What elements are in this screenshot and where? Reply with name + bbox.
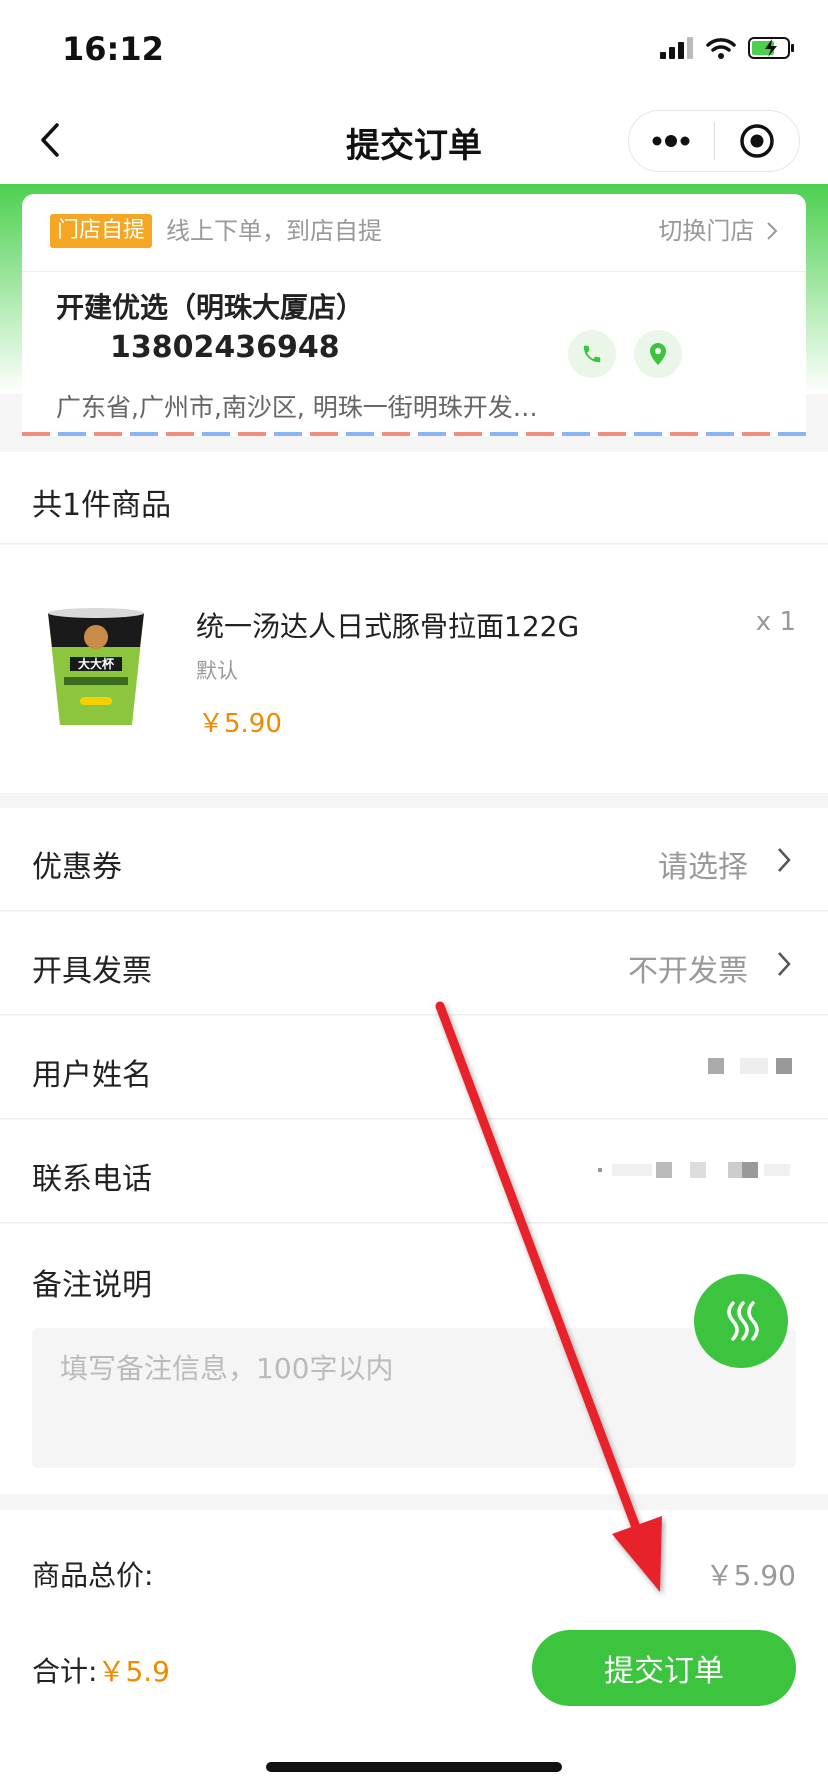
store-location-button[interactable] bbox=[634, 330, 682, 378]
goods-count-label: 共1件商品 bbox=[32, 488, 172, 523]
nav-bar: 提交订单 bbox=[0, 96, 828, 184]
switch-store-link[interactable]: 切换门店 bbox=[658, 214, 778, 248]
location-pin-icon bbox=[650, 343, 666, 365]
more-button[interactable] bbox=[629, 110, 714, 172]
home-indicator bbox=[266, 1762, 562, 1772]
goods-price: ￥5.90 bbox=[198, 709, 282, 739]
invoice-value: 不开发票 bbox=[628, 954, 748, 989]
card-stripe-edge bbox=[22, 432, 806, 436]
goods-name: 统一汤达人日式豚骨拉面122G bbox=[196, 610, 580, 643]
record-circle-icon bbox=[740, 124, 774, 158]
coupon-label: 优惠券 bbox=[32, 850, 122, 885]
store-name: 开建优选（明珠大厦店） bbox=[56, 291, 365, 324]
invoice-row[interactable]: 开具发票 不开发票 bbox=[0, 912, 828, 1015]
pickup-description: 线上下单，到店自提 bbox=[166, 217, 382, 245]
product-image-text: 大大杯 bbox=[78, 656, 115, 671]
wave-icon bbox=[727, 1301, 759, 1341]
status-time: 16:12 bbox=[62, 30, 164, 68]
product-image: 大大杯 bbox=[48, 608, 144, 725]
contact-phone-label: 联系电话 bbox=[32, 1162, 152, 1197]
store-card: 门店自提 线上下单，到店自提 切换门店 开建优选（明珠大厦店） 13802436… bbox=[22, 194, 806, 436]
status-icons bbox=[660, 36, 796, 60]
remark-input[interactable] bbox=[60, 1352, 760, 1385]
phone-icon bbox=[583, 345, 601, 363]
goods-item[interactable]: 大大杯 统一汤达人日式豚骨拉面122G 默认 ￥5.90 x 1 bbox=[0, 545, 828, 793]
chevron-right-icon bbox=[778, 952, 791, 976]
remark-box bbox=[32, 1328, 796, 1468]
mini-program-capsule bbox=[628, 110, 800, 172]
more-dots-icon bbox=[652, 135, 690, 147]
order-footer: 商品总价: ￥5.90 合计:￥5.9 提交订单 bbox=[0, 1510, 828, 1792]
remark-label: 备注说明 bbox=[32, 1268, 152, 1303]
switch-store-label: 切换门店 bbox=[658, 217, 755, 245]
goods-spec: 默认 bbox=[196, 659, 238, 683]
floating-action-button[interactable] bbox=[694, 1274, 788, 1368]
call-store-button[interactable] bbox=[568, 330, 616, 378]
goods-quantity: x 1 bbox=[755, 607, 796, 637]
username-label: 用户姓名 bbox=[32, 1058, 152, 1093]
wifi-icon bbox=[706, 38, 736, 59]
chevron-right-icon bbox=[767, 222, 778, 240]
sum-value: ￥5.9 bbox=[97, 1655, 170, 1688]
invoice-label: 开具发票 bbox=[32, 954, 152, 989]
sum-label: 合计: bbox=[32, 1655, 98, 1688]
signal-icon bbox=[660, 37, 693, 59]
goods-count-row: 共1件商品 bbox=[0, 452, 828, 544]
chevron-right-icon bbox=[778, 848, 791, 872]
goods-total-value: ￥5.90 bbox=[705, 1559, 796, 1592]
battery-charging-icon bbox=[748, 37, 794, 59]
coupon-row[interactable]: 优惠券 请选择 bbox=[0, 808, 828, 911]
coupon-value: 请选择 bbox=[658, 850, 748, 885]
order-sum: 合计:￥5.9 bbox=[32, 1650, 170, 1690]
goods-total-label: 商品总价: bbox=[32, 1559, 154, 1592]
submit-order-button[interactable]: 提交订单 bbox=[532, 1630, 796, 1706]
close-mini-program-button[interactable] bbox=[715, 110, 800, 172]
remark-section: 备注说明 bbox=[0, 1224, 828, 1494]
status-bar: 16:12 bbox=[0, 0, 828, 96]
store-address: 广东省,广州市,南沙区, 明珠一街明珠开发… bbox=[56, 393, 538, 422]
pickup-row: 门店自提 线上下单，到店自提 切换门店 bbox=[22, 194, 806, 272]
username-row[interactable]: 用户姓名 bbox=[0, 1016, 828, 1119]
pickup-badge: 门店自提 bbox=[50, 214, 153, 248]
contact-phone-row[interactable]: 联系电话 bbox=[0, 1120, 828, 1223]
store-phone: 13802436948 bbox=[110, 330, 340, 365]
